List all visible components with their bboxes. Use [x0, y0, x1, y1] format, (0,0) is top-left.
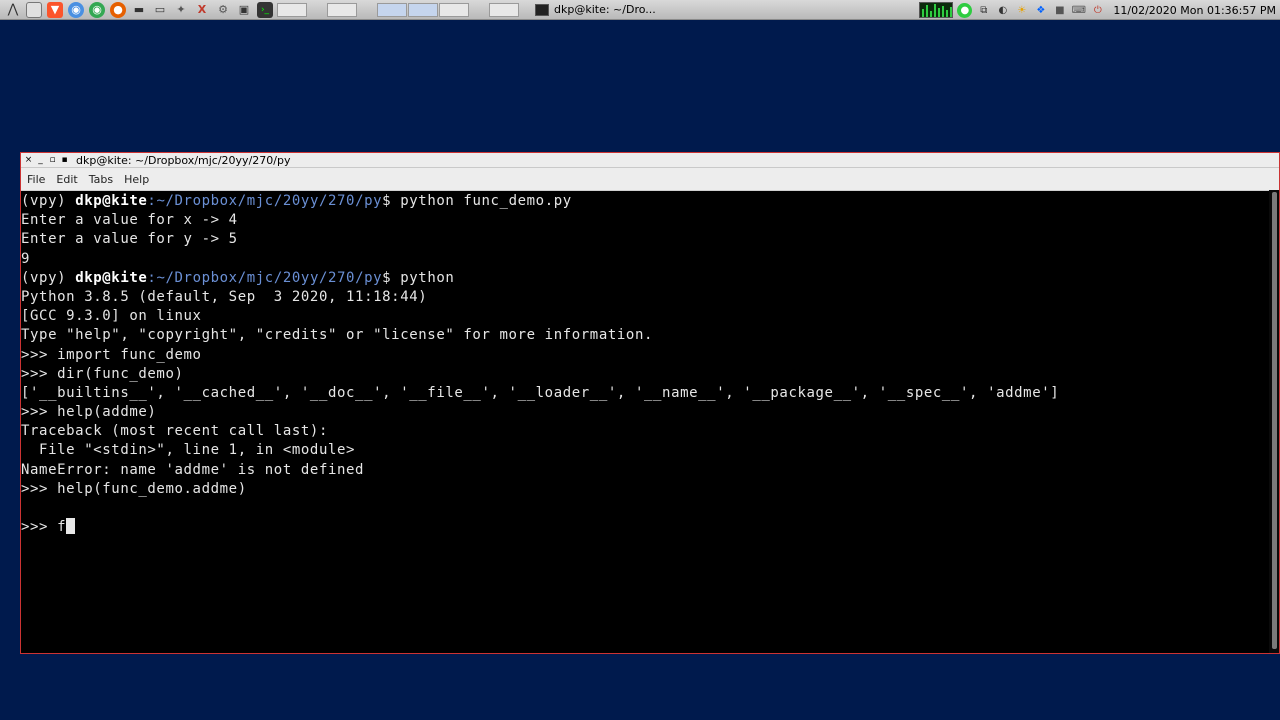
terminal-line: 9: [21, 250, 31, 267]
scrollbar[interactable]: [1269, 190, 1279, 653]
terminal-line: >>> dir(func_demo): [21, 365, 184, 382]
terminal-line: (vpy) dkp@kite:~/Dropbox/mjc/20yy/270/py…: [21, 192, 1269, 211]
minimize-icon[interactable]: _: [36, 155, 45, 165]
menu-help[interactable]: Help: [124, 173, 149, 186]
prompt-user: dkp@kite: [75, 193, 148, 209]
text-cursor: [66, 518, 76, 535]
chromium-icon[interactable]: ◉: [68, 1, 84, 18]
terminal-line: >>> help(func_demo.addme): [21, 480, 247, 497]
window-title: dkp@kite: ~/Dropbox/mjc/20yy/270/py: [76, 153, 291, 167]
terminal-window-icon: [535, 3, 549, 16]
monitor-icon[interactable]: ▣: [236, 2, 252, 18]
cpu-graph-icon: [919, 2, 954, 18]
close-icon[interactable]: ×: [24, 155, 33, 165]
workspace-2[interactable]: [327, 2, 357, 17]
prompt-user: dkp@kite: [75, 269, 148, 286]
menu-file[interactable]: File: [27, 173, 45, 186]
prompt-env: (vpy): [21, 269, 76, 286]
terminal-output[interactable]: (vpy) dkp@kite:~/Dropbox/mjc/20yy/270/py…: [21, 190, 1269, 653]
power-icon[interactable]: ⏻: [1090, 3, 1105, 18]
weather-icon[interactable]: ☀: [1014, 3, 1029, 18]
network-tool-icon[interactable]: ✦: [173, 2, 189, 18]
workspace-3[interactable]: [377, 2, 407, 17]
menu-edit[interactable]: Edit: [56, 173, 77, 186]
terminal-line: NameError: name 'addme' is not defined: [21, 461, 365, 478]
start-menu-icon[interactable]: ⋀: [5, 2, 21, 18]
prompt-path: :~/Dropbox/mjc/20yy/270/py: [147, 269, 383, 286]
menubar: File Edit Tabs Help: [21, 168, 1279, 191]
taskbar-window-button[interactable]: dkp@kite: ~/Dro...: [531, 2, 662, 18]
update-icon[interactable]: ●: [957, 2, 973, 18]
network-icon[interactable]: ⧉: [976, 3, 991, 18]
brave-browser-icon[interactable]: ▼: [47, 1, 63, 18]
terminal-line: Enter a value for y -> 5: [21, 231, 238, 248]
settings-icon[interactable]: ⚙: [215, 2, 231, 18]
folder-icon[interactable]: ▭: [152, 2, 168, 18]
show-desktop-icon[interactable]: [26, 1, 42, 18]
x-tool-icon[interactable]: X: [194, 2, 210, 18]
terminal-line: (vpy) dkp@kite:~/Dropbox/mjc/20yy/270/py…: [21, 269, 1269, 288]
taskbar: ⋀ ▼ ◉ ◉ ● ▬ ▭ ✦ X ⚙ ▣ ›_ dkp@kite: ~/Dro…: [0, 0, 1280, 20]
terminal-line: >>> import func_demo: [21, 346, 202, 363]
terminal-window: × _ ▫ ▪ dkp@kite: ~/Dropbox/mjc/20yy/270…: [20, 152, 1280, 654]
dropbox-icon[interactable]: ❖: [1033, 3, 1048, 18]
prompt-command: $ python func_demo.py: [382, 193, 572, 209]
recording-icon[interactable]: ■: [1052, 3, 1067, 18]
terminal-line: Enter a value for x -> 4: [21, 212, 238, 229]
window-titlebar[interactable]: × _ ▫ ▪ dkp@kite: ~/Dropbox/mjc/20yy/270…: [21, 153, 1279, 168]
terminal-line: Traceback (most recent call last):: [21, 423, 328, 440]
terminal-line: ['__builtins__', '__cached__', '__doc__'…: [21, 384, 1060, 401]
system-tray: ● ⧉ ◐ ☀ ❖ ■ ⌨ ⏻ 11/02/2020 Mon 01:36:57 …: [919, 0, 1276, 20]
terminal-line: Type "help", "copyright", "credits" or "…: [21, 327, 654, 344]
terminal-line: >>> help(addme): [21, 404, 157, 421]
terminal-input-line[interactable]: >>> f: [21, 518, 1269, 537]
workspace-4[interactable]: [408, 2, 438, 17]
clock[interactable]: 11/02/2020 Mon 01:36:57 PM: [1113, 4, 1276, 17]
scrollbar-thumb[interactable]: [1272, 192, 1277, 649]
prompt-path: :~/Dropbox/mjc/20yy/270/py: [147, 193, 383, 209]
firefox-icon[interactable]: ●: [110, 1, 126, 18]
terminal-input-text: >>> f: [21, 519, 67, 536]
taskbar-window-title: dkp@kite: ~/Dro...: [554, 3, 656, 16]
workspace-6[interactable]: [489, 2, 519, 17]
prompt-command: $ python: [382, 269, 455, 286]
workspace-5[interactable]: [439, 2, 469, 17]
keyboard-icon[interactable]: ⌨: [1071, 3, 1086, 18]
terminal-line: [GCC 9.3.0] on linux: [21, 308, 202, 325]
maximize-icon[interactable]: ▫: [48, 155, 57, 165]
file-manager-icon[interactable]: ▬: [131, 2, 147, 18]
menu-tabs[interactable]: Tabs: [89, 173, 113, 186]
terminal-launcher-icon[interactable]: ›_: [257, 1, 273, 18]
workspace-1[interactable]: [277, 2, 307, 17]
prompt-env: (vpy): [21, 193, 76, 209]
chrome-icon[interactable]: ◉: [89, 1, 105, 18]
terminal-line: Python 3.8.5 (default, Sep 3 2020, 11:18…: [21, 288, 428, 305]
window-menu-icon[interactable]: ▪: [60, 155, 69, 165]
audio-icon[interactable]: ◐: [995, 3, 1010, 18]
terminal-line: File "<stdin>", line 1, in <module>: [21, 442, 356, 459]
